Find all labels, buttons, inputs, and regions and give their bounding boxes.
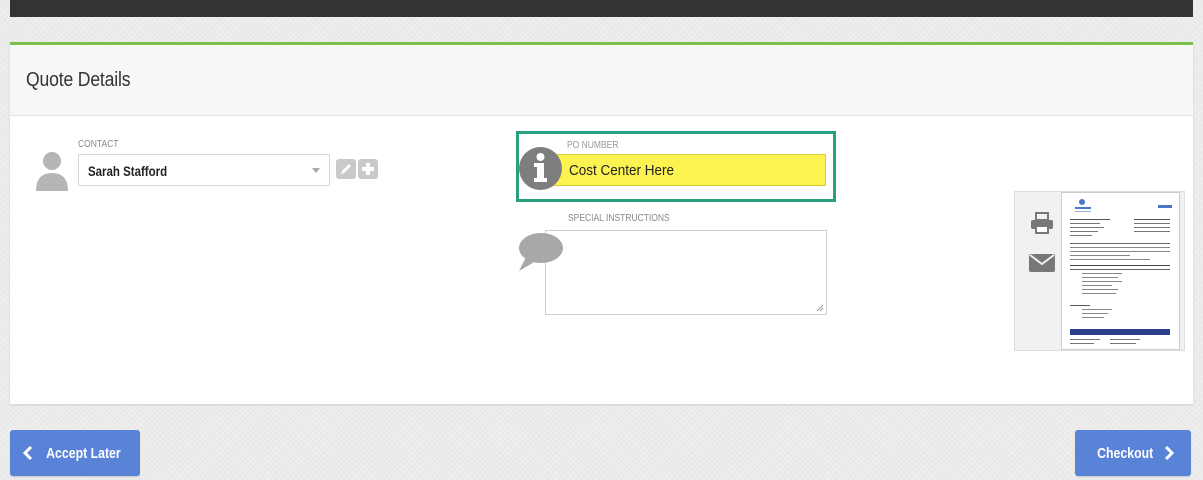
contact-label: CONTACT bbox=[78, 139, 119, 150]
person-icon bbox=[36, 152, 68, 191]
quote-document-preview[interactable] bbox=[1061, 192, 1180, 350]
document-thumbnail bbox=[1070, 199, 1172, 344]
top-bar bbox=[10, 0, 1193, 17]
accept-later-label: Accept Later bbox=[45, 444, 121, 462]
contact-select[interactable]: Sarah Stafford bbox=[78, 154, 330, 186]
info-icon bbox=[519, 147, 562, 190]
po-number-label: PO NUMBER bbox=[567, 140, 619, 151]
panel-header: Quote Details bbox=[10, 45, 1193, 116]
pencil-icon bbox=[341, 164, 351, 174]
checkout-label: Checkout bbox=[1096, 444, 1154, 462]
panel-title: Quote Details bbox=[26, 68, 131, 91]
plus-icon bbox=[362, 163, 374, 175]
edit-contact-button[interactable] bbox=[336, 159, 356, 179]
checkout-button[interactable]: Checkout bbox=[1075, 430, 1191, 476]
quote-details-panel: Quote Details CONTACT Sarah Stafford PO … bbox=[10, 42, 1193, 404]
po-number-input[interactable]: Cost Center Here bbox=[554, 154, 826, 186]
special-instructions-label: SPECIAL INSTRUCTIONS bbox=[568, 213, 670, 224]
accept-later-button[interactable]: Accept Later bbox=[10, 430, 140, 476]
envelope-icon[interactable] bbox=[1029, 254, 1055, 272]
special-instructions-input[interactable] bbox=[545, 230, 827, 315]
chevron-down-icon bbox=[312, 168, 320, 173]
contact-value: Sarah Stafford bbox=[88, 163, 168, 179]
print-icon[interactable] bbox=[1030, 212, 1054, 234]
chevron-right-icon bbox=[1165, 446, 1175, 460]
resize-handle-icon[interactable] bbox=[816, 304, 824, 312]
chevron-left-icon bbox=[22, 446, 32, 460]
speech-bubble-icon bbox=[519, 233, 563, 271]
add-contact-button[interactable] bbox=[358, 159, 378, 179]
po-number-value: Cost Center Here bbox=[569, 162, 675, 179]
